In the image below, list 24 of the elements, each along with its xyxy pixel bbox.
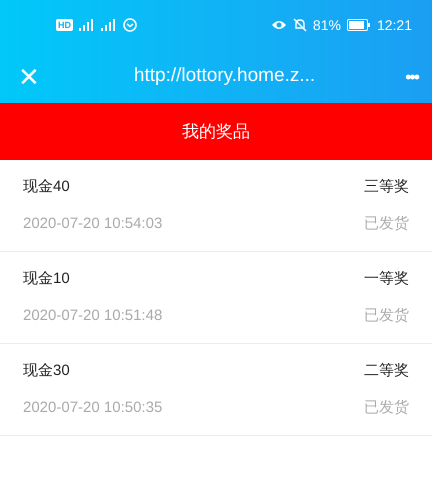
prize-level: 二等奖 [364,360,409,380]
battery-percent: 81% [312,16,341,34]
prize-time: 2020-07-20 10:51:48 [23,306,162,326]
bell-off-icon [292,18,307,32]
prize-level: 三等奖 [364,176,409,196]
hd-badge: HD [56,19,73,31]
prize-name: 现金40 [23,176,70,196]
page-url: http://lottory.home.z... [134,64,316,88]
shipping-status: 已发货 [364,306,409,326]
close-button[interactable]: ✕ [14,64,44,90]
shipping-status: 已发货 [364,214,409,234]
signal-icon [79,19,95,31]
prize-level: 一等奖 [364,268,409,288]
clock: 12:21 [376,16,412,34]
prize-name: 现金10 [23,268,70,288]
battery-icon [346,19,371,31]
shipping-status: 已发货 [364,398,409,418]
prize-time: 2020-07-20 10:50:35 [23,398,162,418]
more-button[interactable]: ••• [405,68,418,86]
eye-icon [270,19,287,31]
prize-name: 现金30 [23,360,70,380]
header-bar: 我的奖品 [0,103,432,160]
prize-time: 2020-07-20 10:54:03 [23,214,162,234]
signal-icon [101,19,117,31]
